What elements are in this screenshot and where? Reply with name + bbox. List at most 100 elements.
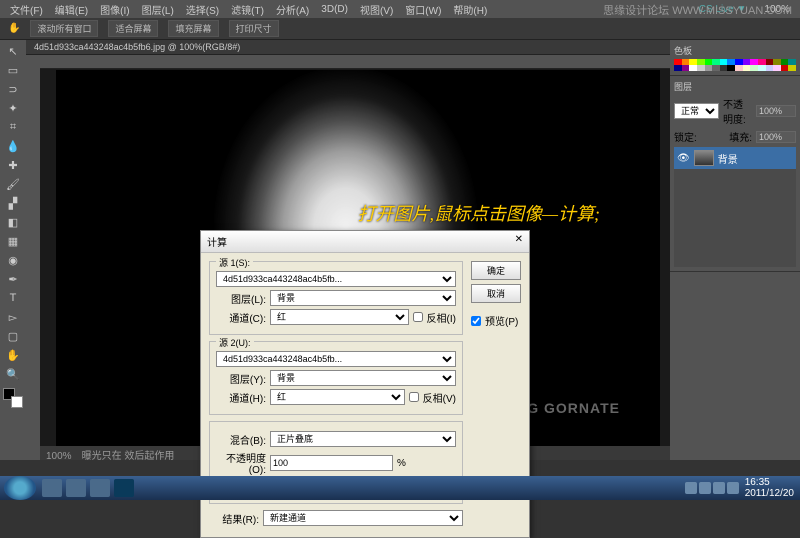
status-info: 曝光只在 效后起作用 [82,451,175,460]
dialog-titlebar[interactable]: 计算 ✕ [201,231,529,253]
menu-filter[interactable]: 滤镜(T) [225,2,270,17]
menu-file[interactable]: 文件(F) [4,2,49,17]
brush-tool[interactable]: 🖌 [2,175,24,193]
blend-mode[interactable]: 正片叠底 [270,431,456,447]
color-swatches[interactable] [3,388,23,408]
wand-tool[interactable]: ✦ [2,99,24,117]
swatch-color[interactable] [766,65,774,71]
blend-mode-select[interactable]: 正常 [674,103,719,119]
source2-layer[interactable]: 背景 [270,370,456,386]
lasso-tool[interactable]: ⊃ [2,80,24,98]
type-tool[interactable]: T [2,289,24,307]
shape-tool[interactable]: ▢ [2,327,24,345]
s2-channel-label: 通道(H): [216,390,266,405]
swatch-color[interactable] [743,65,751,71]
swatch-color[interactable] [674,65,682,71]
status-zoom: 100% [46,451,72,460]
preview-checkbox[interactable] [471,316,481,326]
source1-file[interactable]: 4d51d933ca443248ac4b5fb... [216,271,456,287]
swatch-color[interactable] [750,65,758,71]
menu-3d[interactable]: 3D(D) [315,4,354,15]
close-icon[interactable]: ✕ [515,234,523,249]
source1-channel[interactable]: 红 [270,309,409,325]
menu-layer[interactable]: 图层(L) [136,2,180,17]
source1-fieldset: 源 1(S): 4d51d933ca443248ac4b5fb... 图层(L)… [209,261,463,335]
eye-icon[interactable]: 👁 [677,153,690,164]
swatch-color[interactable] [689,65,697,71]
blur-tool[interactable]: ◉ [2,251,24,269]
image-watermark: G GORNATE [527,400,620,416]
tray-icon[interactable] [713,482,725,494]
tray-icon[interactable] [727,482,739,494]
heal-tool[interactable]: ✚ [2,156,24,174]
marquee-tool[interactable]: ▭ [2,61,24,79]
clock-date[interactable]: 2011/12/20 [745,488,794,499]
swatch-color[interactable] [727,65,735,71]
watermark-top: 思缘设计论坛 WWW.MISSYUAN.COM [595,0,800,20]
result-select[interactable]: 新建通道 [263,510,463,526]
hand-tool[interactable]: ✋ [2,346,24,364]
swatch-color[interactable] [758,65,766,71]
swatch-color[interactable] [697,65,705,71]
swatch-color[interactable] [781,65,789,71]
source2-file[interactable]: 4d51d933ca443248ac4b5fb... [216,351,456,367]
document-tab[interactable]: 4d51d933ca443248ac4b5fb6.jpg @ 100%(RGB/… [26,40,670,55]
blend-label: 混合(B): [216,432,266,447]
menu-window[interactable]: 窗口(W) [399,2,447,17]
taskbar-photoshop-icon[interactable] [114,479,134,497]
menu-view[interactable]: 视图(V) [354,2,399,17]
eraser-tool[interactable]: ◧ [2,213,24,231]
zoom-tool[interactable]: 🔍 [2,365,24,383]
clock-time[interactable]: 16:35 [745,477,794,488]
cancel-button[interactable]: 取消 [471,284,521,303]
opt-arrange[interactable]: 滚动所有窗口 [30,20,98,37]
menu-help[interactable]: 帮助(H) [447,2,493,17]
menu-edit[interactable]: 编辑(E) [49,2,94,17]
crop-tool[interactable]: ⌗ [2,118,24,136]
blend-opacity[interactable] [270,455,393,471]
swatch-color[interactable] [735,65,743,71]
gradient-tool[interactable]: ▦ [2,232,24,250]
layer-name: 背景 [718,151,738,166]
menu-select[interactable]: 选择(S) [180,2,225,17]
ruler-vertical [26,68,40,460]
taskbar-app-icon[interactable] [90,479,110,497]
background-color[interactable] [11,396,23,408]
swatches-grid[interactable] [674,59,796,71]
menu-image[interactable]: 图像(I) [94,2,135,17]
taskbar-explorer-icon[interactable] [42,479,62,497]
move-tool[interactable]: ↖ [2,42,24,60]
result-label: 结果(R): [209,511,259,526]
swatch-color[interactable] [773,65,781,71]
source1-layer[interactable]: 背景 [270,290,456,306]
eyedropper-tool[interactable]: 💧 [2,137,24,155]
ok-button[interactable]: 确定 [471,261,521,280]
swatches-panel: 色板 [670,40,800,76]
swatch-color[interactable] [720,65,728,71]
opacity-input[interactable] [756,105,796,117]
swatch-color[interactable] [705,65,713,71]
source2-channel[interactable]: 红 [270,389,405,405]
dialog-title-text: 计算 [207,234,227,249]
opt-print[interactable]: 打印尺寸 [229,20,279,37]
fill-input[interactable] [756,131,796,143]
source2-invert[interactable] [409,392,419,402]
lock-label: 锁定: [674,129,697,144]
preview-label: 预览(P) [485,313,518,328]
source1-invert[interactable] [413,312,423,322]
layer-row-background[interactable]: 👁 背景 [674,147,796,169]
opt-fill[interactable]: 填充屏幕 [168,20,218,37]
pen-tool[interactable]: ✒ [2,270,24,288]
stamp-tool[interactable]: ▞ [2,194,24,212]
start-button[interactable] [4,476,36,500]
taskbar-ie-icon[interactable] [66,479,86,497]
swatch-color[interactable] [682,65,690,71]
opt-fit[interactable]: 适合屏幕 [108,20,158,37]
tray-icon[interactable] [699,482,711,494]
swatches-title: 色板 [674,44,796,57]
menu-analysis[interactable]: 分析(A) [270,2,315,17]
swatch-color[interactable] [788,65,796,71]
swatch-color[interactable] [712,65,720,71]
tray-icon[interactable] [685,482,697,494]
path-tool[interactable]: ▻ [2,308,24,326]
